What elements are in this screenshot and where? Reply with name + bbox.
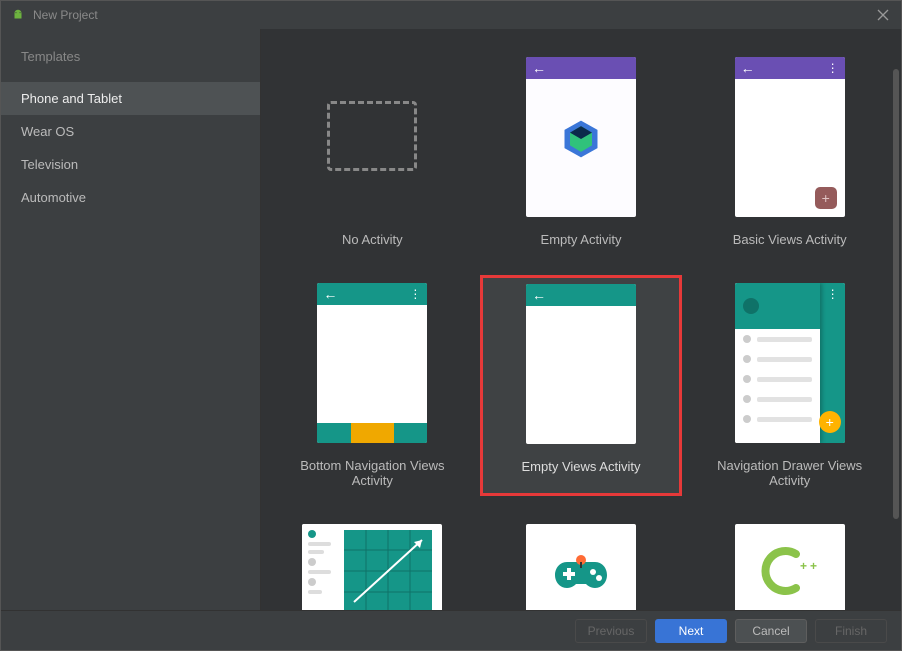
titlebar: New Project — [1, 1, 901, 29]
appbar: ← ⋮ — [317, 283, 427, 305]
jetpack-compose-icon — [559, 117, 603, 164]
appbar: ← ⋮ — [735, 57, 845, 79]
back-arrow-icon: ← — [532, 287, 546, 303]
footer: Previous Next Cancel Finish — [1, 610, 901, 650]
back-arrow-icon: ← — [323, 286, 337, 302]
close-icon[interactable] — [875, 7, 891, 23]
template-empty-activity[interactable]: ← Empty Activity — [480, 49, 683, 255]
cpp-icon: + + — [758, 546, 822, 599]
sidebar: Templates Phone and Tablet Wear OS Telev… — [1, 29, 261, 610]
template-bottom-navigation-views-activity[interactable]: ← ⋮ Bottom Navigation Views Activity — [271, 275, 474, 496]
next-button[interactable]: Next — [655, 619, 727, 643]
appbar: ← — [526, 57, 636, 79]
dashed-rectangle-icon — [327, 101, 417, 171]
body: Templates Phone and Tablet Wear OS Telev… — [1, 29, 901, 610]
fab-add-icon: + — [815, 187, 837, 209]
template-basic-views-activity[interactable]: ← ⋮ + Basic Views Activity — [688, 49, 891, 255]
finish-button: Finish — [815, 619, 887, 643]
android-icon — [11, 8, 25, 22]
back-arrow-icon: ← — [532, 60, 546, 76]
template-label: Empty Views Activity — [522, 459, 641, 474]
sidebar-item-phone-tablet[interactable]: Phone and Tablet — [1, 82, 260, 115]
preview-bottom-nav: ← ⋮ — [317, 283, 427, 443]
gamepad-icon — [553, 552, 609, 595]
cancel-button[interactable]: Cancel — [735, 619, 807, 643]
grid-chart-icon — [344, 530, 432, 610]
appbar: ← — [526, 284, 636, 306]
kebab-icon: ⋮ — [409, 292, 421, 296]
svg-text:+: + — [800, 559, 807, 573]
template-native-cpp[interactable]: + + — [688, 516, 891, 610]
sidebar-item-automotive[interactable]: Automotive — [1, 181, 260, 214]
preview-nav-drawer: + ⋮ — [735, 283, 845, 443]
template-game-activity[interactable] — [480, 516, 683, 610]
template-navigation-drawer-views-activity[interactable]: + ⋮ Navigation Drawer Views Activity — [688, 275, 891, 496]
template-label: Navigation Drawer Views Activity — [696, 458, 883, 488]
preview-native-cpp: + + — [735, 524, 845, 610]
drawer — [735, 283, 820, 443]
preview-empty-activity: ← — [526, 57, 636, 217]
sidebar-item-television[interactable]: Television — [1, 148, 260, 181]
template-no-activity[interactable]: No Activity — [271, 49, 474, 255]
template-gallery: No Activity ← — [261, 29, 901, 610]
sidebar-header: Templates — [1, 39, 260, 82]
template-grid: No Activity ← — [271, 49, 891, 610]
previous-button: Previous — [575, 619, 647, 643]
template-empty-views-activity[interactable]: ← Empty Views Activity — [480, 275, 683, 496]
fab-icon: + — [819, 411, 841, 433]
template-label: Basic Views Activity — [733, 232, 847, 247]
svg-text:+: + — [810, 559, 817, 573]
template-label: No Activity — [342, 232, 403, 247]
template-label: Bottom Navigation Views Activity — [279, 458, 466, 488]
sidebar-item-wear-os[interactable]: Wear OS — [1, 115, 260, 148]
back-arrow-icon: ← — [741, 60, 755, 76]
template-responsive-views-activity[interactable] — [271, 516, 474, 610]
bottom-nav-bar — [317, 423, 427, 443]
preview-no-activity — [317, 57, 427, 217]
template-label: Empty Activity — [541, 232, 622, 247]
kebab-icon: ⋮ — [827, 66, 839, 70]
preview-game — [526, 524, 636, 610]
preview-empty-views: ← — [526, 284, 636, 444]
kebab-icon: ⋮ — [827, 287, 839, 301]
scrollbar[interactable] — [893, 69, 899, 519]
preview-responsive — [302, 524, 442, 610]
new-project-window: New Project Templates Phone and Tablet W… — [0, 0, 902, 651]
window-title: New Project — [33, 8, 98, 22]
preview-basic-views: ← ⋮ + — [735, 57, 845, 217]
